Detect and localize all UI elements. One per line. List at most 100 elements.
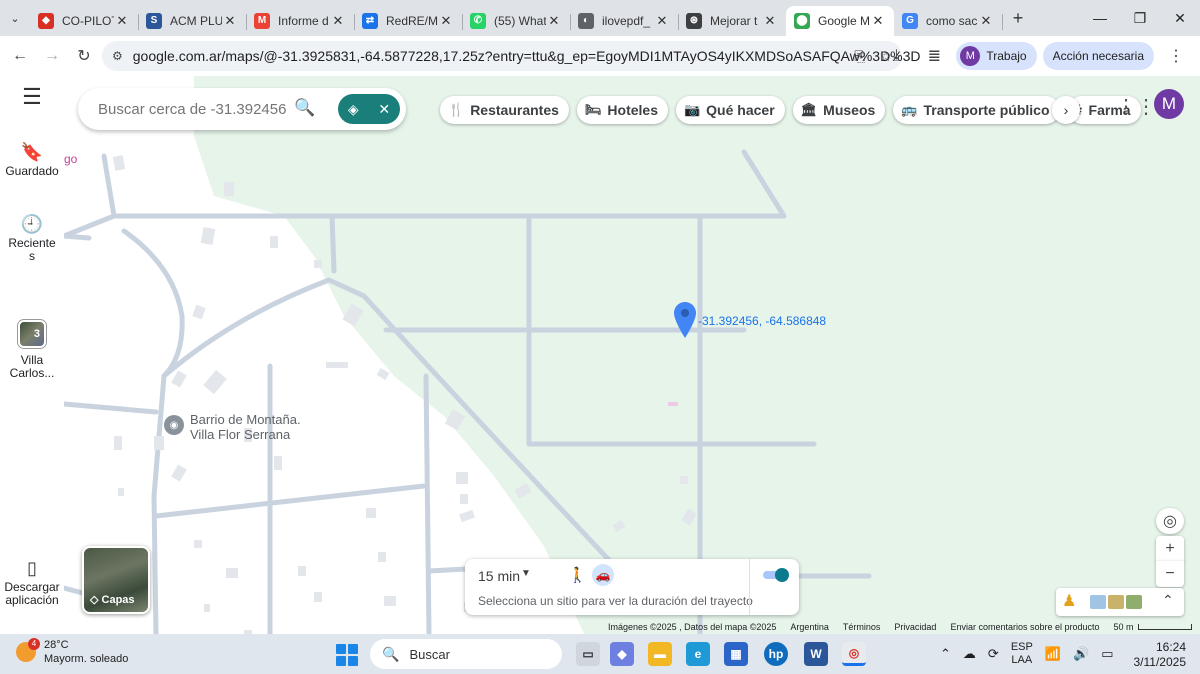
category-chip[interactable]: 🏛 Museos: [792, 96, 886, 124]
imagery-tile-1[interactable]: [1090, 595, 1106, 609]
neighborhood-label[interactable]: Barrio de Montaña. Villa Flor Serrana: [190, 412, 301, 442]
travel-toggle[interactable]: [763, 568, 789, 582]
search-icon[interactable]: 🔍: [294, 98, 315, 118]
recents-button[interactable]: 🕘 Recientes: [0, 215, 64, 263]
zoom-in-icon[interactable]: +: [1156, 536, 1184, 562]
category-chip-label: Museos: [823, 102, 876, 118]
collapse-chevron-icon[interactable]: ⌃: [1162, 592, 1174, 609]
chrome-icon[interactable]: ◎: [842, 642, 866, 666]
language-sub: LAA: [1011, 654, 1033, 666]
road: [329, 213, 337, 274]
back-arrow-icon[interactable]: ←: [4, 40, 36, 72]
weather-widget[interactable]: 4 28°C Mayorm. soleado: [16, 638, 128, 666]
restore-icon[interactable]: ❐: [1120, 0, 1160, 36]
browser-tab[interactable]: ⇄ RedRE/M ✕: [354, 6, 463, 36]
my-location-icon[interactable]: ◎: [1156, 508, 1184, 534]
zoom-out-icon[interactable]: −: [1156, 561, 1184, 587]
map-canvas[interactable]: [64, 76, 1200, 634]
category-chip[interactable]: 🍴 Restaurantes: [440, 96, 569, 124]
tab-close-icon[interactable]: ✕: [222, 13, 238, 29]
address-bar[interactable]: ⚙ google.com.ar/maps/@-31.3925831,-64.58…: [102, 41, 921, 71]
new-tab-button[interactable]: +: [1004, 8, 1032, 29]
browser-tab[interactable]: Gcomo sac ✕: [894, 6, 1003, 36]
url-text[interactable]: google.com.ar/maps/@-31.3925831,-64.5877…: [133, 48, 921, 64]
onedrive-icon[interactable]: ☁: [963, 646, 976, 662]
terms-link[interactable]: Términos: [843, 622, 881, 632]
neighborhood-icon[interactable]: ◉: [164, 415, 184, 435]
tab-close-icon[interactable]: ✕: [978, 13, 994, 29]
volume-icon[interactable]: 🔊: [1073, 646, 1089, 662]
tab-close-icon[interactable]: ✕: [762, 13, 778, 29]
layers-button[interactable]: ◇ Capas: [82, 546, 150, 614]
edge-browser-icon[interactable]: e: [686, 642, 710, 666]
download-app-button[interactable]: ▯ Descargar aplicación: [0, 559, 64, 607]
category-chip[interactable]: 🚌 Transporte público: [893, 96, 1060, 124]
clear-search-icon[interactable]: ✕: [378, 101, 390, 118]
taskbar-search[interactable]: 🔍 Buscar: [370, 639, 562, 669]
install-app-icon[interactable]: ⎘: [854, 48, 865, 65]
file-explorer-icon[interactable]: ▬: [648, 642, 672, 666]
location-pin-icon[interactable]: [674, 302, 696, 343]
browser-tab[interactable]: ◆ CO-PILOT ✕: [30, 6, 139, 36]
walking-mode-icon[interactable]: 🚶: [568, 566, 587, 584]
forward-arrow-icon[interactable]: →: [36, 40, 68, 72]
tab-close-icon[interactable]: ✕: [546, 13, 562, 29]
hamburger-menu-button[interactable]: ☰: [0, 86, 64, 109]
profile-avatar: M: [960, 46, 981, 66]
tab-close-icon[interactable]: ✕: [438, 13, 454, 29]
task-view-icon[interactable]: ▭: [576, 642, 600, 666]
account-avatar[interactable]: M: [1154, 89, 1184, 119]
recent-place-item[interactable]: 3 Villa Carlos...: [0, 320, 64, 380]
weather-badge: 4: [28, 638, 40, 650]
store-icon[interactable]: ▦: [724, 642, 748, 666]
sync-icon[interactable]: ⟳: [988, 646, 999, 662]
directions-icon[interactable]: ◈: [348, 101, 359, 118]
country-link[interactable]: Argentina: [790, 622, 829, 632]
tab-title: Google M: [818, 13, 870, 28]
reload-icon[interactable]: ↻: [68, 40, 100, 72]
language-indicator[interactable]: ESP LAA: [1011, 641, 1033, 667]
browser-tab[interactable]: S ACM PLU ✕: [138, 6, 247, 36]
chevron-down-icon[interactable]: ▼: [521, 568, 531, 579]
browser-tab[interactable]: ⊛ Mejorar t ✕: [678, 6, 787, 36]
tab-close-icon[interactable]: ✕: [330, 13, 346, 29]
action-required-chip[interactable]: Acción necesaria: [1042, 42, 1154, 70]
category-chip[interactable]: 📷 Qué hacer: [675, 96, 785, 124]
copilot-icon[interactable]: ◆: [610, 642, 634, 666]
battery-icon[interactable]: ▭: [1101, 646, 1113, 662]
browser-tab[interactable]: ✆ (55) What ✕: [462, 6, 571, 36]
imagery-tile-2[interactable]: [1108, 595, 1124, 609]
media-control-icon[interactable]: ≣: [918, 40, 950, 72]
word-icon[interactable]: W: [804, 642, 828, 666]
profile-chip[interactable]: M Trabajo: [956, 42, 1037, 70]
tab-search-chevron-icon[interactable]: ⌄: [0, 0, 30, 36]
minimize-icon[interactable]: —: [1080, 0, 1120, 36]
close-window-icon[interactable]: ✕: [1160, 0, 1200, 36]
browser-menu-icon[interactable]: ⋮: [1160, 40, 1192, 72]
windows-start-icon[interactable]: [336, 644, 358, 666]
hp-icon[interactable]: hp: [764, 642, 788, 666]
travel-time-select[interactable]: 15 min: [478, 568, 520, 584]
browser-tab[interactable]: ◐ ilovepdf_ ✕: [570, 6, 679, 36]
category-chip[interactable]: 🛏 Hoteles: [576, 96, 668, 124]
pin-coordinates-label[interactable]: -31.392456, -64.586848: [698, 314, 826, 328]
tab-close-icon[interactable]: ✕: [114, 13, 130, 29]
tab-close-icon[interactable]: ✕: [870, 13, 886, 29]
saved-button[interactable]: 🔖 Guardado: [0, 143, 64, 178]
tab-close-icon[interactable]: ✕: [654, 13, 670, 29]
imagery-tile-3[interactable]: [1126, 595, 1142, 609]
maps-search-input[interactable]: [98, 99, 286, 119]
scale-bar[interactable]: 50 m: [1114, 622, 1192, 632]
browser-tab[interactable]: M Informe d ✕: [246, 6, 355, 36]
site-settings-icon[interactable]: ⚙: [112, 49, 123, 63]
tray-chevron-icon[interactable]: ⌃: [940, 646, 951, 662]
feedback-link[interactable]: Enviar comentarios sobre el producto: [950, 622, 1099, 632]
privacy-link[interactable]: Privacidad: [894, 622, 936, 632]
download-icon[interactable]: ⤓: [880, 40, 912, 72]
wifi-icon[interactable]: 📶: [1045, 646, 1061, 662]
browser-tab[interactable]: ⬤ Google M ✕: [786, 5, 894, 36]
pegman-icon[interactable]: ♟: [1062, 591, 1076, 611]
clock[interactable]: 16:24 3/11/2025: [1130, 640, 1187, 670]
driving-mode-icon[interactable]: 🚗: [592, 564, 614, 586]
chips-next-button[interactable]: ›: [1052, 96, 1080, 124]
